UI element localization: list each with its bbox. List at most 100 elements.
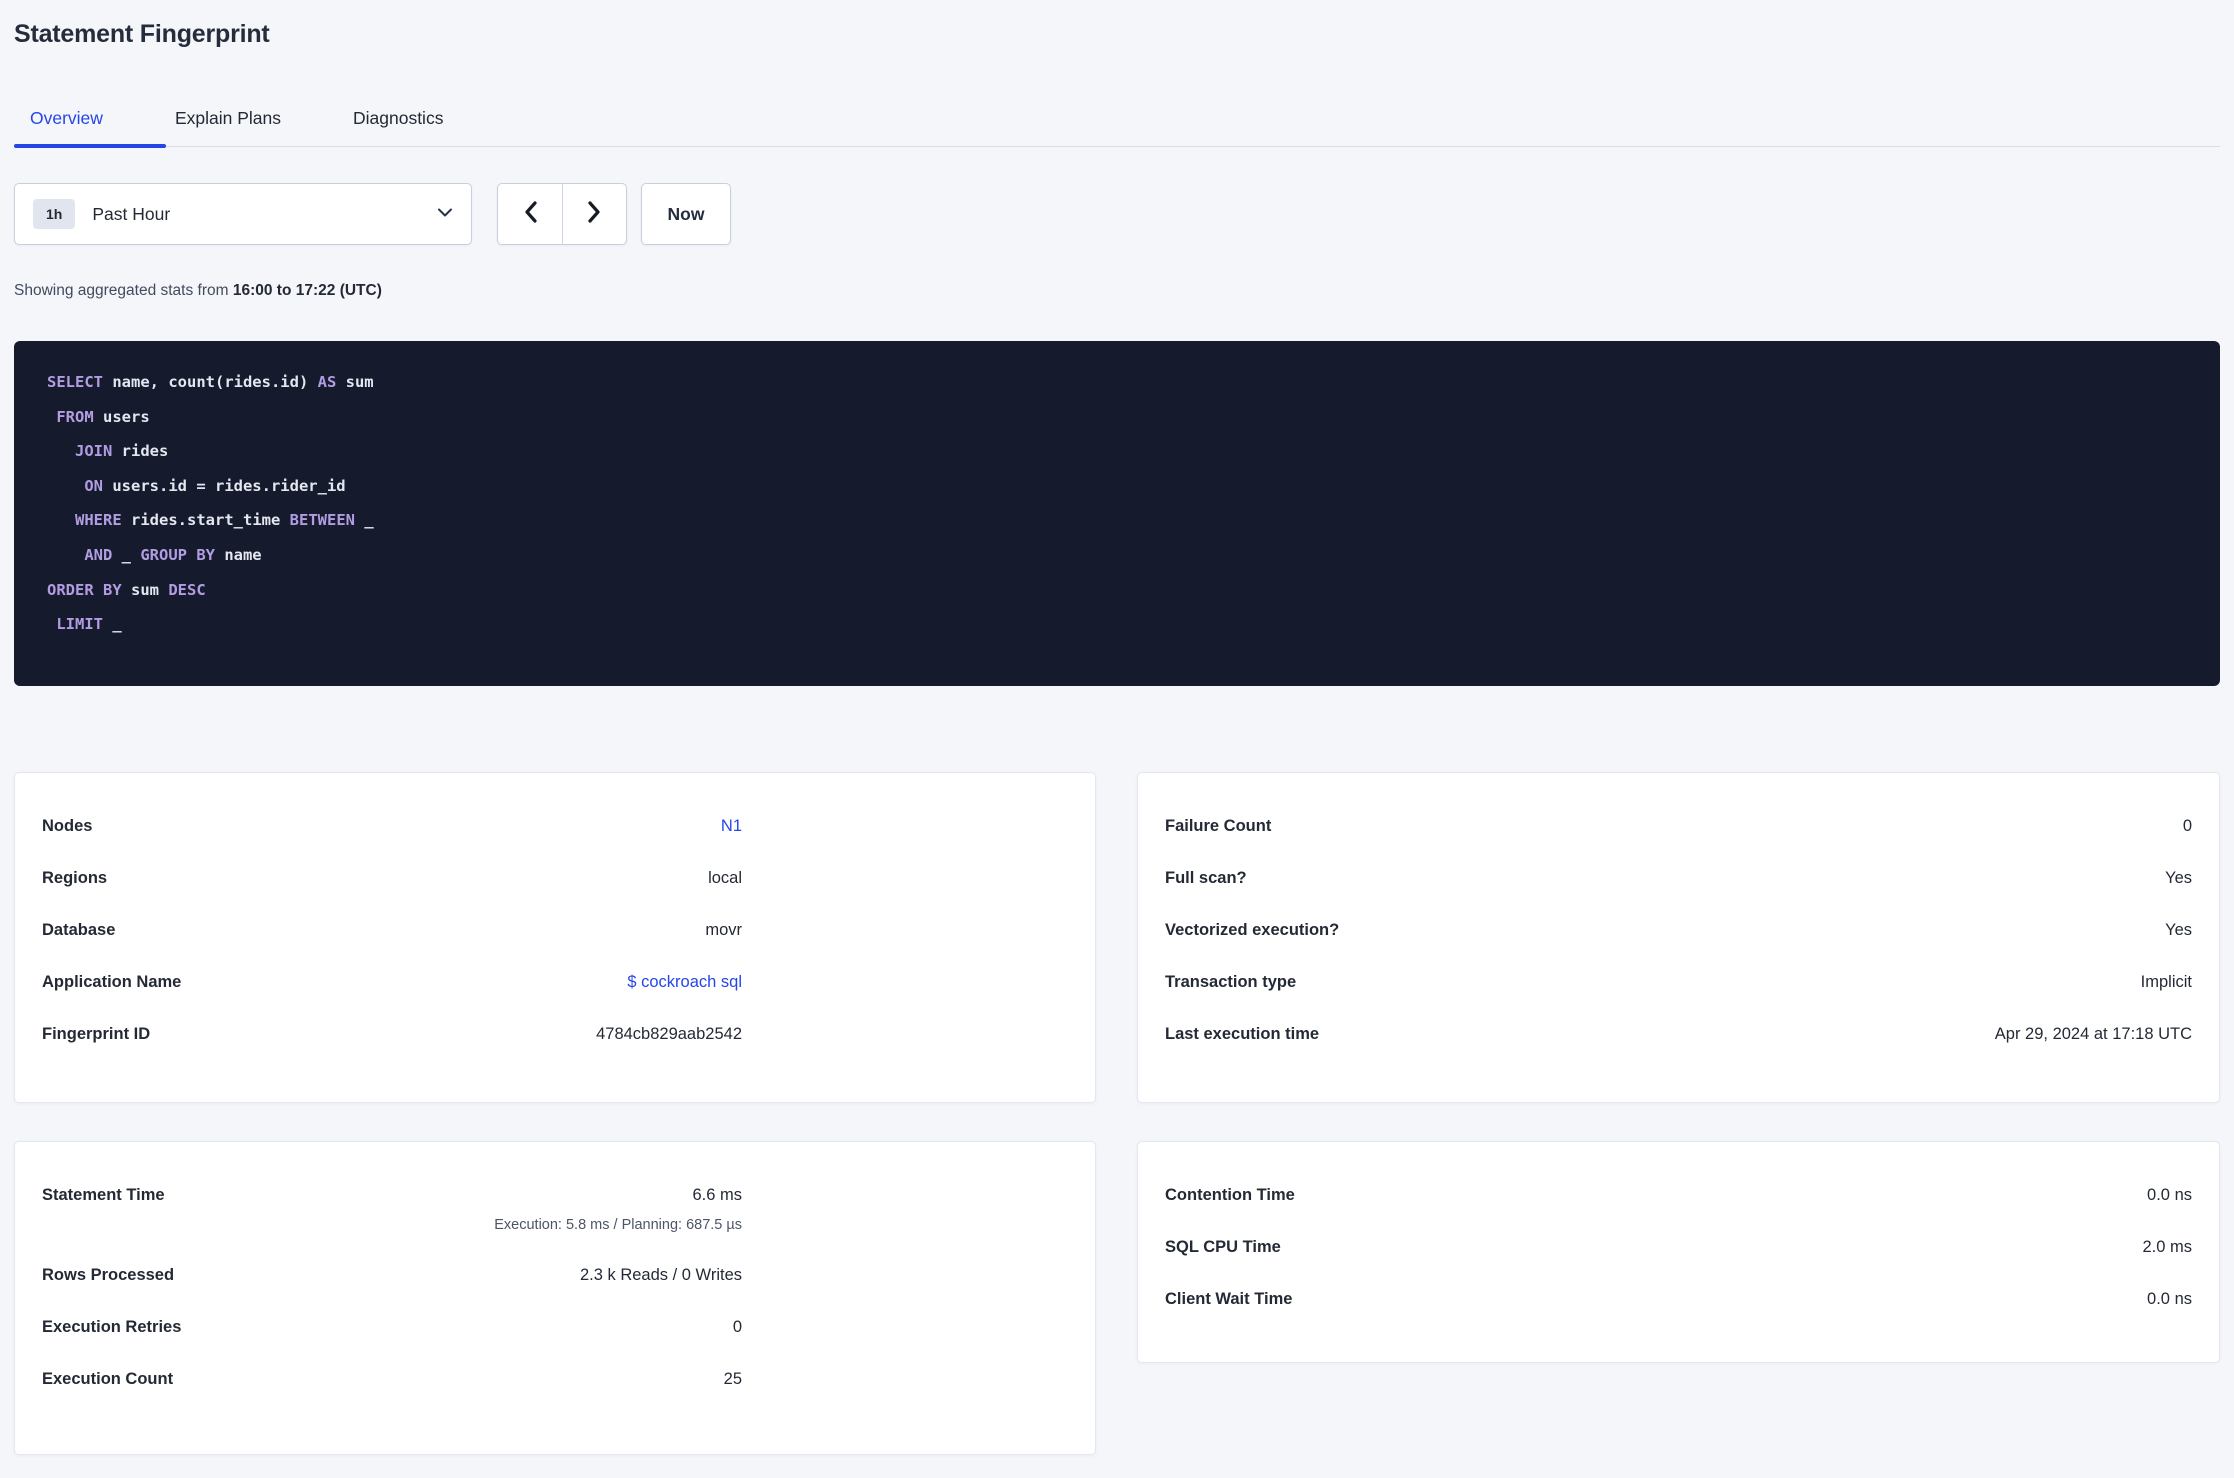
stat-label: Full scan?: [1165, 869, 1247, 887]
stat-row: Client Wait Time 0.0 ns: [1165, 1290, 2192, 1309]
stat-value: 2.3 k Reads / 0 Writes: [579, 1266, 742, 1284]
sql-identifier: sum: [121, 580, 169, 599]
stat-subvalue: Execution: 5.8 ms / Planning: 687.5 µs: [494, 1217, 742, 1233]
stat-row: SQL CPU Time 2.0 ms: [1165, 1238, 2192, 1257]
time-controls: 1h Past Hour Now: [14, 183, 2220, 245]
stat-label: Vectorized execution?: [1165, 921, 1340, 939]
stat-row: Database movr: [42, 921, 742, 940]
previous-window-button[interactable]: [498, 184, 562, 244]
page-title: Statement Fingerprint: [14, 20, 270, 48]
sql-identifier: rides.start_time: [121, 511, 290, 530]
sql-keyword: GROUP BY: [140, 545, 215, 564]
sql-keyword: AND: [84, 545, 113, 564]
tab-overview[interactable]: Overview: [14, 95, 119, 142]
stat-row: Contention Time 0.0 ns: [1165, 1186, 2192, 1205]
sql-identifier: name, count(rides.id): [103, 373, 318, 391]
next-window-button[interactable]: [562, 184, 626, 244]
sql-identifier: name: [214, 545, 262, 564]
sql-keyword: SELECT: [47, 373, 103, 391]
chevron-right-icon: [587, 200, 602, 229]
sql-keyword: JOIN: [75, 442, 113, 461]
stat-row: Application Name $ cockroach sql: [42, 973, 742, 992]
stat-label: Fingerprint ID: [42, 1025, 151, 1043]
sql-identifier: _: [103, 615, 122, 634]
stat-value: Yes: [2165, 921, 2192, 939]
statement-times-card: Statement Time 6.6 ms Execution: 5.8 ms / …: [14, 1141, 1096, 1455]
statement-fingerprint-page: Statement Fingerprint Overview Explain P…: [0, 20, 2234, 1455]
stat-row: Last execution time Apr 29, 2024 at 17:18…: [1165, 1025, 2192, 1044]
stat-label: Last execution time: [1165, 1025, 1320, 1043]
stat-value: local: [708, 869, 742, 887]
sql-keyword: ORDER BY: [47, 580, 122, 599]
stat-value: Apr 29, 2024 at 17:18 UTC: [1994, 1025, 2192, 1043]
chevron-left-icon: [523, 200, 538, 229]
stat-row: Failure Count 0: [1165, 817, 2192, 836]
stat-value: movr: [705, 921, 742, 939]
stat-label: Application Name: [42, 973, 182, 991]
tab-bar: Overview Explain Plans Diagnostics: [14, 95, 2220, 148]
stat-row: Regions local: [42, 869, 742, 888]
time-window-stepper: [497, 183, 627, 245]
stat-value: 0: [732, 1318, 742, 1336]
stat-label: SQL CPU Time: [1165, 1238, 1281, 1256]
stat-value-group: 6.6 ms Execution: 5.8 ms / Planning: 687.…: [494, 1186, 742, 1233]
aggregated-stats-caption: Showing aggregated stats from 16:00 to 1…: [14, 282, 2220, 302]
stat-label: Regions: [42, 869, 108, 887]
stat-label: Execution Retries: [42, 1318, 182, 1336]
stat-row: Transaction type Implicit: [1165, 973, 2192, 992]
time-range-label: Past Hour: [92, 203, 171, 224]
stat-label: Rows Processed: [42, 1266, 175, 1284]
aggregated-stats-caption-prefix: Showing aggregated stats from: [14, 282, 233, 299]
stat-label: Failure Count: [1165, 817, 1272, 835]
sql-identifier: _: [112, 545, 141, 564]
sql-statement-text: SELECT name, count(rides.id) AS sum FROM…: [47, 365, 2187, 642]
stat-row: Full scan? Yes: [1165, 869, 2192, 888]
stat-value: 25: [723, 1370, 742, 1388]
sql-keyword: ON: [84, 476, 103, 495]
sql-statement-box: SELECT name, count(rides.id) AS sum FROM…: [14, 341, 2220, 686]
sql-identifier: sum: [336, 373, 374, 391]
sql-identifier: users: [93, 407, 150, 426]
statement-details-card: Nodes N1 Regions local Database movr Applicati…: [14, 772, 1096, 1103]
sql-identifier: [47, 546, 84, 564]
stat-row: Rows Processed 2.3 k Reads / 0 Writes: [42, 1266, 742, 1285]
stat-value: 6.6 ms: [692, 1186, 742, 1204]
stat-label: Statement Time: [42, 1186, 165, 1204]
sql-identifier: rides: [112, 442, 169, 461]
stat-value: 0.0 ns: [2147, 1290, 2192, 1308]
sql-identifier: [47, 442, 75, 460]
chevron-down-icon: [437, 205, 453, 223]
stat-value-link[interactable]: $ cockroach sql: [627, 973, 742, 992]
tab-diagnostics[interactable]: Diagnostics: [337, 95, 459, 142]
execution-attributes-card: Failure Count 0 Full scan? Yes Vectorized ex…: [1137, 772, 2220, 1103]
stat-row: Execution Retries 0: [42, 1318, 742, 1337]
summary-cards: Nodes N1 Regions local Database movr Applicati…: [14, 772, 2220, 1455]
sql-keyword: LIMIT: [56, 615, 104, 634]
stat-value: 0.0 ns: [2147, 1186, 2192, 1204]
now-button[interactable]: Now: [641, 183, 731, 245]
sql-identifier: [47, 615, 56, 633]
tab-explain-plans[interactable]: Explain Plans: [159, 95, 297, 142]
stat-label: Nodes: [42, 817, 93, 835]
stat-label: Database: [42, 921, 116, 939]
stat-value-link[interactable]: N1: [721, 817, 742, 836]
stat-value: Implicit: [2140, 973, 2192, 991]
sql-keyword: WHERE: [75, 511, 122, 530]
time-range-badge: 1h: [33, 199, 76, 229]
stat-value: 4784cb829aab2542: [596, 1025, 742, 1043]
stat-label: Client Wait Time: [1165, 1290, 1293, 1308]
aggregated-stats-caption-range: 16:00 to 17:22 (UTC): [232, 282, 382, 299]
time-range-dropdown[interactable]: 1h Past Hour: [14, 183, 472, 245]
stat-row: Nodes N1: [42, 817, 742, 836]
sql-identifier: [47, 408, 56, 426]
sql-identifier: [47, 511, 75, 529]
wait-times-card: Contention Time 0.0 ns SQL CPU Time 2.0 ms C…: [1137, 1141, 2220, 1363]
stat-value: 0: [2182, 817, 2192, 835]
sql-identifier: _: [354, 511, 374, 530]
active-tab-indicator: [14, 144, 166, 148]
sql-keyword: BETWEEN: [289, 511, 355, 530]
sql-keyword: DESC: [168, 580, 206, 599]
stat-row: Fingerprint ID 4784cb829aab2542: [42, 1025, 742, 1044]
stat-value: 2.0 ms: [2142, 1238, 2192, 1256]
stat-row: Statement Time 6.6 ms Execution: 5.8 ms / …: [42, 1186, 742, 1233]
